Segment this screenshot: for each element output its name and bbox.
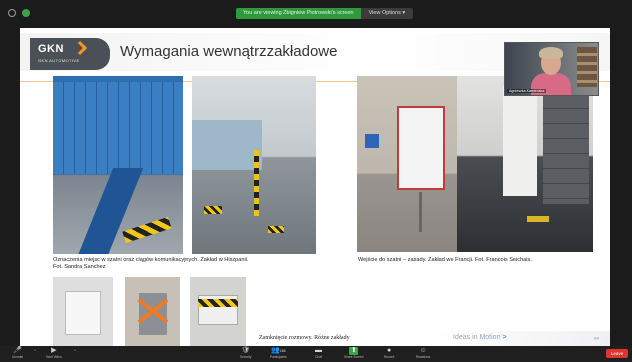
participants-icon: 👥 165 (271, 347, 286, 354)
microphone-icon: 🎤 (13, 347, 22, 354)
corridor-shape (503, 86, 537, 196)
caption-spain: Oznaczenia miejsc w szatni oraz ciągów k… (53, 257, 353, 271)
shield-icon: 🛡 (241, 347, 251, 354)
record-label: Record (384, 355, 395, 359)
reactions-icon: ☺ (419, 347, 427, 354)
photo-device-box (53, 277, 113, 346)
camera-icon: ▶ (51, 347, 57, 354)
audio-options-chevron-icon[interactable]: ^ (34, 348, 36, 353)
page-number: ## (594, 336, 600, 341)
chat-label: Chat (315, 355, 322, 359)
photo-locker-room-spain (53, 76, 183, 254)
record-icon: ● (387, 347, 392, 354)
participants-button[interactable]: 👥 165 Participants (270, 346, 287, 362)
meeting-window: You are viewing Zbigniew Piotrowski's sc… (0, 0, 632, 362)
unmute-label: Unmute (12, 355, 24, 359)
logo-text: GKN (38, 43, 64, 55)
floor-marking-shape (122, 216, 172, 244)
wall-shape (192, 120, 262, 170)
lockers-shape (53, 82, 183, 174)
security-button[interactable]: 🛡 Security (240, 346, 252, 362)
bench-shape (72, 168, 144, 254)
photo-corridor-spain (192, 76, 316, 254)
floor-marking-shape (527, 216, 549, 222)
slide-title: Wymagania wewnątrzzakładowe (120, 43, 338, 60)
barrier-post-shape (254, 150, 259, 216)
tagline-text: Ideas in Motion (453, 334, 501, 341)
chat-button[interactable]: ▬ Chat (314, 346, 323, 362)
logo-chevron-icon (72, 40, 88, 56)
caption-france: Wejście do szatni – zasady. Zakład we Fr… (358, 257, 532, 263)
ideas-in-motion-tagline: Ideas in Motion > (453, 334, 507, 341)
meeting-info-icon[interactable] (8, 9, 16, 17)
photo-taped-device (190, 277, 246, 346)
leave-button[interactable]: Leave (606, 349, 628, 358)
record-button[interactable]: ● Record (384, 346, 394, 362)
logo-subtext: GKN AUTOMOTIVE (38, 58, 80, 63)
device-box-shape (65, 291, 101, 335)
start-video-button[interactable]: ▶ Start Video (46, 346, 62, 362)
participant-name: Agnieszka Kamienska (507, 89, 547, 93)
chat-icon: ▬ (315, 347, 322, 354)
encryption-shield-icon[interactable] (22, 9, 30, 17)
photo-corridor-france (457, 76, 593, 252)
participant-hair-shape (539, 47, 563, 59)
screen-share-banner: You are viewing Zbigniew Piotrowski's sc… (236, 8, 414, 19)
reactions-label: Reactions (416, 355, 431, 359)
share-screen-button[interactable]: ⬆ Share Screen (344, 346, 364, 362)
board-stand-shape (419, 192, 422, 232)
participants-count: 165 (279, 349, 286, 353)
participant-video-tile[interactable]: Agnieszka Kamienska (504, 42, 599, 96)
caption-bottom: Zamknięcie rozmowy. Różne zakłady (259, 335, 350, 341)
start-video-label: Start Video (46, 355, 62, 359)
gkn-logo: GKN GKN AUTOMOTIVE (30, 38, 110, 70)
floor-marking-shape (204, 206, 222, 214)
caption-spain-line1: Oznaczenia miejsc w szatni oraz ciągów k… (53, 257, 249, 263)
participants-label: Participants (270, 355, 287, 359)
meeting-toolbar: 🎤 Unmute ^ ▶ Start Video ^ 🛡 Security 👥 1… (0, 346, 632, 362)
photo-entrance-board-france (357, 76, 457, 252)
video-options-chevron-icon[interactable]: ^ (74, 348, 76, 353)
reactions-button[interactable]: ☺ Reactions (416, 346, 430, 362)
caption-spain-line2: Fot. Sandra Sanchez (53, 264, 106, 270)
view-options-button[interactable]: View Options ▾ (360, 8, 414, 19)
share-status-text: You are viewing Zbigniew Piotrowski's sc… (236, 8, 361, 19)
share-screen-icon: ⬆ (349, 347, 359, 355)
locker-wall-shape (543, 94, 589, 204)
unmute-button[interactable]: 🎤 Unmute (12, 346, 23, 362)
floor-marking-shape (268, 226, 284, 233)
tagline-chevron-icon: > (502, 334, 507, 341)
rules-board-shape (397, 106, 445, 190)
hazard-tape-shape (198, 299, 238, 307)
door-sign-shape (365, 134, 379, 148)
security-label: Security (240, 355, 252, 359)
photo-taped-bin (125, 277, 180, 346)
top-bar: You are viewing Zbigniew Piotrowski's sc… (0, 0, 632, 26)
video-shelf-shape (577, 47, 597, 87)
view-options-label: View Options (368, 10, 401, 16)
share-screen-label: Share Screen (344, 355, 364, 359)
